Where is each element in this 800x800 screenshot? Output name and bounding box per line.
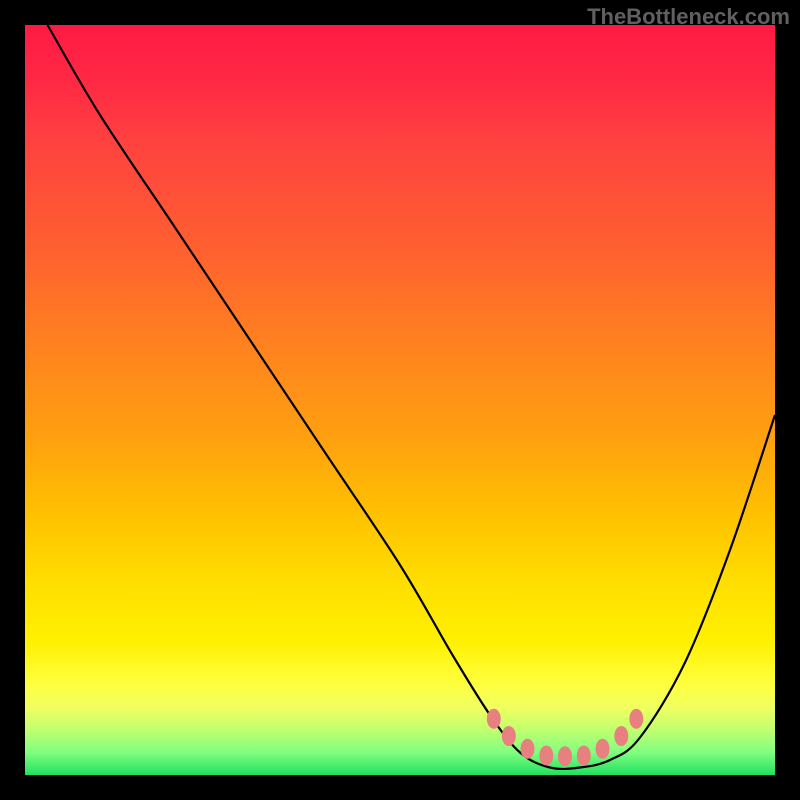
marker-dot	[629, 709, 643, 729]
marker-dot	[502, 726, 516, 746]
chart-svg	[25, 25, 775, 775]
marker-dot	[596, 739, 610, 759]
marker-group	[487, 709, 644, 767]
marker-dot	[558, 746, 572, 766]
bottleneck-curve	[48, 25, 776, 769]
marker-dot	[577, 746, 591, 766]
marker-dot	[521, 739, 535, 759]
chart-plot-area	[25, 25, 775, 775]
marker-dot	[487, 709, 501, 729]
marker-dot	[614, 726, 628, 746]
marker-dot	[539, 746, 553, 766]
watermark-text: TheBottleneck.com	[587, 4, 790, 30]
